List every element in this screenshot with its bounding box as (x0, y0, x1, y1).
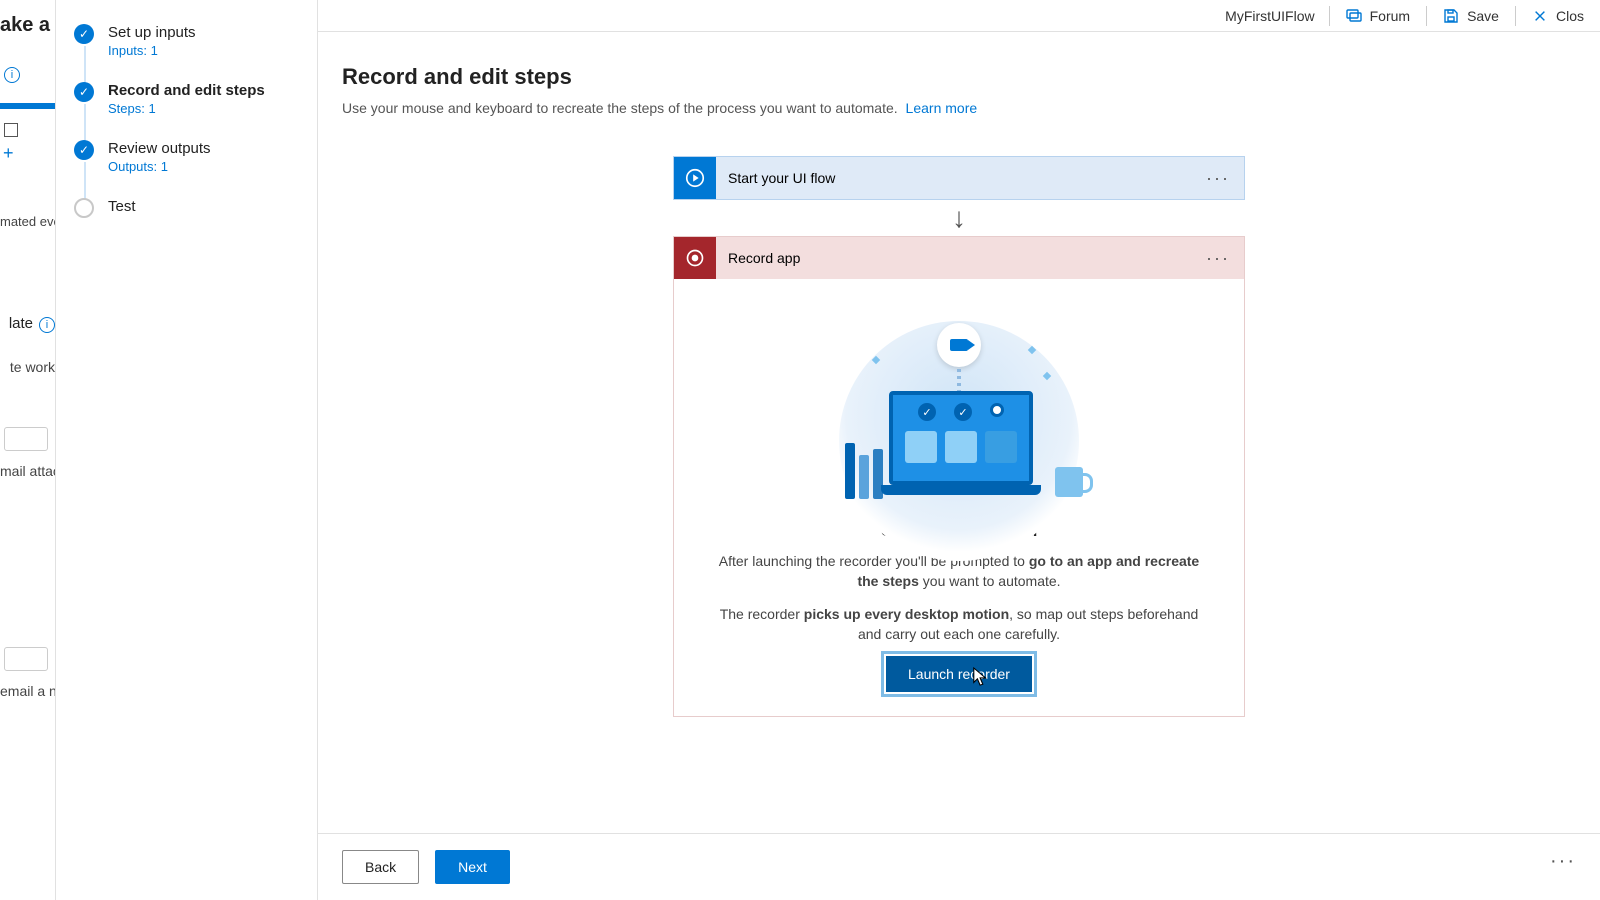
footer-more-button[interactable]: ··· (1550, 850, 1576, 884)
bg-text-1: mated even (0, 214, 55, 229)
bg-card (4, 427, 48, 451)
top-bar: MyFirstUIFlow Forum Save (318, 0, 1600, 32)
forum-button[interactable]: Forum (1330, 0, 1426, 32)
bg-square-icon (4, 123, 18, 137)
close-icon (1532, 8, 1548, 24)
learn-more-link[interactable]: Learn more (906, 100, 978, 116)
card-record-header[interactable]: Record app ··· (674, 237, 1244, 279)
step-title: Record and edit steps (108, 82, 265, 99)
bg-title: ake a flo (0, 0, 55, 37)
page-root: ake a flo i + mated even latei te work m… (0, 0, 1600, 900)
flow-arrow-icon: ↓ (673, 200, 1245, 236)
ready-paragraph-2: The recorder picks up every desktop moti… (714, 604, 1204, 645)
step-set-up-inputs[interactable]: Set up inputs Inputs: 1 (74, 24, 317, 82)
back-button[interactable]: Back (342, 850, 419, 884)
step-done-icon (74, 82, 94, 102)
card-menu-button[interactable]: ··· (1192, 248, 1244, 269)
record-card-body: ✓✓ Get ready to r (674, 279, 1244, 716)
info-icon: i (39, 317, 55, 333)
flow-name: MyFirstUIFlow (1211, 8, 1328, 24)
flow-canvas: Start your UI flow ··· ↓ Record app (673, 156, 1245, 717)
save-button[interactable]: Save (1427, 0, 1515, 32)
play-icon (674, 157, 716, 199)
step-sub: Steps: 1 (108, 101, 265, 116)
launch-recorder-button[interactable]: Launch recorder (886, 656, 1032, 692)
card-menu-button[interactable]: ··· (1192, 168, 1244, 189)
step-title: Set up inputs (108, 24, 196, 41)
step-review-outputs[interactable]: Review outputs Outputs: 1 (74, 140, 317, 198)
forum-icon (1346, 8, 1362, 24)
card-title: Start your UI flow (716, 170, 1192, 186)
close-button[interactable]: Clos (1516, 0, 1600, 32)
card-title: Record app (716, 250, 1192, 266)
bg-text-4: mail attac (0, 463, 55, 479)
wizard-footer: Back Next ··· (318, 833, 1600, 900)
page-title: Record and edit steps (342, 64, 1576, 90)
page-description: Use your mouse and keyboard to recreate … (342, 100, 1576, 116)
step-title: Review outputs (108, 140, 211, 157)
step-sub: Outputs: 1 (108, 159, 211, 174)
card-record-app: Record app ··· (673, 236, 1245, 717)
next-button[interactable]: Next (435, 850, 510, 884)
record-icon (674, 237, 716, 279)
step-done-icon (74, 140, 94, 160)
step-title: Test (108, 198, 136, 215)
step-pending-icon (74, 198, 94, 218)
step-done-icon (74, 24, 94, 44)
step-test[interactable]: Test (74, 198, 317, 242)
background-panel: ake a flo i + mated even latei te work m… (0, 0, 56, 900)
bg-text-2: latei (0, 315, 55, 333)
info-icon: i (4, 67, 20, 83)
card-start-ui-flow[interactable]: Start your UI flow ··· (673, 156, 1245, 200)
wizard-steps: Set up inputs Inputs: 1 Record and edit … (56, 0, 318, 900)
content-scroll: Record and edit steps Use your mouse and… (318, 32, 1600, 833)
page-header: Record and edit steps Use your mouse and… (342, 64, 1576, 116)
bg-card (4, 647, 48, 671)
step-record-and-edit[interactable]: Record and edit steps Steps: 1 (74, 82, 317, 140)
bg-text-3: te work (0, 359, 55, 375)
main-area: MyFirstUIFlow Forum Save (318, 0, 1600, 900)
save-icon (1443, 8, 1459, 24)
bg-text-5: email a ne (0, 683, 55, 699)
step-sub: Inputs: 1 (108, 43, 196, 58)
bg-plus-icon: + (3, 143, 55, 164)
recorder-illustration: ✓✓ (819, 307, 1099, 507)
bg-selected-tab (0, 103, 56, 109)
